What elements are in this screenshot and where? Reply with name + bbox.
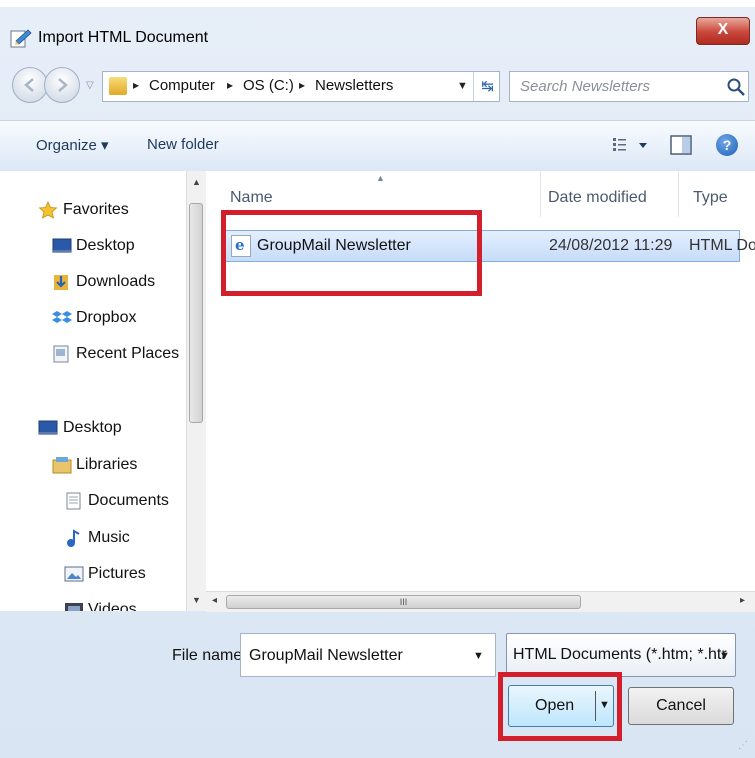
forward-button[interactable] [44, 67, 80, 103]
nav-label: Videos [88, 601, 137, 611]
recent-locations-icon[interactable]: ▽ [86, 80, 94, 91]
chevron-right-icon[interactable]: ▸ [299, 78, 305, 92]
sort-ascending-icon: ▲ [376, 173, 385, 183]
navigation-pane: Favorites Desktop Downloads Dropbox Rece… [0, 171, 205, 611]
column-divider[interactable] [678, 171, 679, 217]
highlight-box-open [498, 672, 622, 741]
nav-favorites[interactable]: Favorites [0, 195, 186, 225]
new-folder-button[interactable]: New folder [147, 136, 219, 153]
nav-item-pictures[interactable]: Pictures [0, 559, 186, 589]
nav-label: Favorites [63, 201, 129, 218]
nav-item-dropbox[interactable]: Dropbox [0, 303, 186, 333]
command-toolbar: Organize ▾ New folder ? [0, 120, 755, 172]
column-divider[interactable] [540, 171, 541, 217]
folder-icon [109, 77, 127, 95]
nav-label: Recent Places [76, 345, 180, 362]
libraries-icon [52, 457, 72, 474]
title-bar[interactable]: Import HTML Document X [0, 7, 755, 57]
scroll-left-icon[interactable]: ◂ [212, 595, 217, 606]
nav-label: Libraries [76, 456, 138, 473]
scroll-right-icon[interactable]: ▸ [740, 595, 745, 606]
nav-scrollbar[interactable]: ▲ ▼ [186, 171, 206, 611]
file-type-value: HTML Documents (*.htm; *.htr [513, 646, 727, 663]
nav-label: Dropbox [76, 309, 137, 326]
nav-item-downloads[interactable]: Downloads [0, 267, 186, 297]
nav-label: Desktop [76, 237, 135, 254]
recent-places-icon [53, 345, 69, 363]
horizontal-scroll-thumb[interactable]: III [226, 595, 581, 609]
file-type-select[interactable]: HTML Documents (*.htm; *.htr ▼ [506, 633, 736, 677]
close-button[interactable]: X [696, 17, 750, 45]
nav-label: Desktop [63, 419, 122, 436]
star-icon [38, 201, 58, 219]
nav-label: Documents [88, 492, 169, 509]
search-icon[interactable] [726, 77, 746, 97]
scroll-up-icon[interactable]: ▲ [192, 177, 201, 187]
breadcrumb-drive[interactable]: OS (C:) [243, 77, 294, 94]
nav-item-videos[interactable]: Videos [0, 595, 186, 611]
file-name-label: File name: [172, 647, 247, 664]
highlight-box-file [221, 210, 482, 296]
search-input[interactable]: Search Newsletters [509, 71, 749, 102]
breadcrumb-computer[interactable]: Computer [149, 77, 215, 94]
chevron-right-icon[interactable]: ▸ [227, 78, 233, 92]
import-document-icon [10, 29, 32, 48]
file-name-value: GroupMail Newsletter [249, 647, 403, 664]
resize-grip-icon[interactable]: ⋰ [738, 740, 748, 751]
desktop-icon [38, 420, 58, 435]
breadcrumb-newsletters[interactable]: Newsletters [315, 77, 393, 94]
search-placeholder: Search Newsletters [520, 78, 651, 95]
address-bar[interactable]: ▸ Computer ▸ OS (C:) ▸ Newsletters ▼ ↹ [102, 71, 500, 102]
arrow-right-icon [58, 78, 68, 92]
pictures-icon [64, 566, 84, 582]
nav-item-music[interactable]: Music [0, 523, 186, 553]
import-dialog: Import HTML Document X ▽ ▸ Computer ▸ OS… [0, 0, 755, 758]
top-strip [0, 0, 755, 7]
nav-label: Pictures [88, 565, 146, 582]
nav-label: Music [88, 529, 130, 546]
file-name-field[interactable]: GroupMail Newsletter ▼ [240, 633, 496, 677]
nav-item-desktop[interactable]: Desktop [0, 231, 186, 261]
column-header-type[interactable]: Type [693, 189, 728, 207]
chevron-down-icon[interactable]: ▼ [473, 650, 484, 662]
cancel-button[interactable]: Cancel [628, 687, 734, 725]
music-icon [67, 529, 80, 547]
nav-label: Downloads [76, 273, 156, 290]
preview-pane-icon[interactable] [669, 134, 693, 156]
documents-icon [66, 492, 81, 510]
downloads-icon [54, 275, 68, 290]
chevron-right-icon[interactable]: ▸ [133, 78, 139, 92]
file-date: 24/08/2012 11:29 [549, 237, 673, 254]
nav-item-documents[interactable]: Documents [0, 486, 186, 516]
horizontal-scrollbar[interactable]: ◂ III ▸ [206, 591, 755, 612]
scroll-down-icon[interactable]: ▼ [192, 595, 201, 605]
organize-button[interactable]: Organize ▾ [36, 136, 109, 154]
chevron-down-icon[interactable]: ▼ [457, 80, 468, 92]
nav-desktop[interactable]: Desktop [0, 413, 186, 443]
refresh-icon: ↹ [481, 78, 494, 95]
change-view-icon[interactable] [611, 134, 651, 156]
nav-scroll-thumb[interactable] [189, 203, 203, 423]
arrow-left-icon [24, 78, 34, 92]
window-title: Import HTML Document [38, 29, 209, 46]
dropbox-icon [52, 311, 72, 323]
back-button[interactable] [12, 67, 48, 103]
desktop-icon [52, 238, 72, 253]
column-header-name[interactable]: Name [230, 189, 273, 207]
file-type: HTML Do [689, 237, 755, 254]
nav-libraries[interactable]: Libraries [0, 450, 186, 480]
refresh-button[interactable]: ↹ [473, 72, 501, 101]
nav-item-recent-places[interactable]: Recent Places [0, 339, 186, 369]
chevron-down-icon[interactable]: ▼ [719, 650, 730, 662]
column-header-date[interactable]: Date modified [548, 189, 647, 207]
videos-icon [65, 603, 83, 611]
help-icon[interactable]: ? [716, 134, 738, 156]
